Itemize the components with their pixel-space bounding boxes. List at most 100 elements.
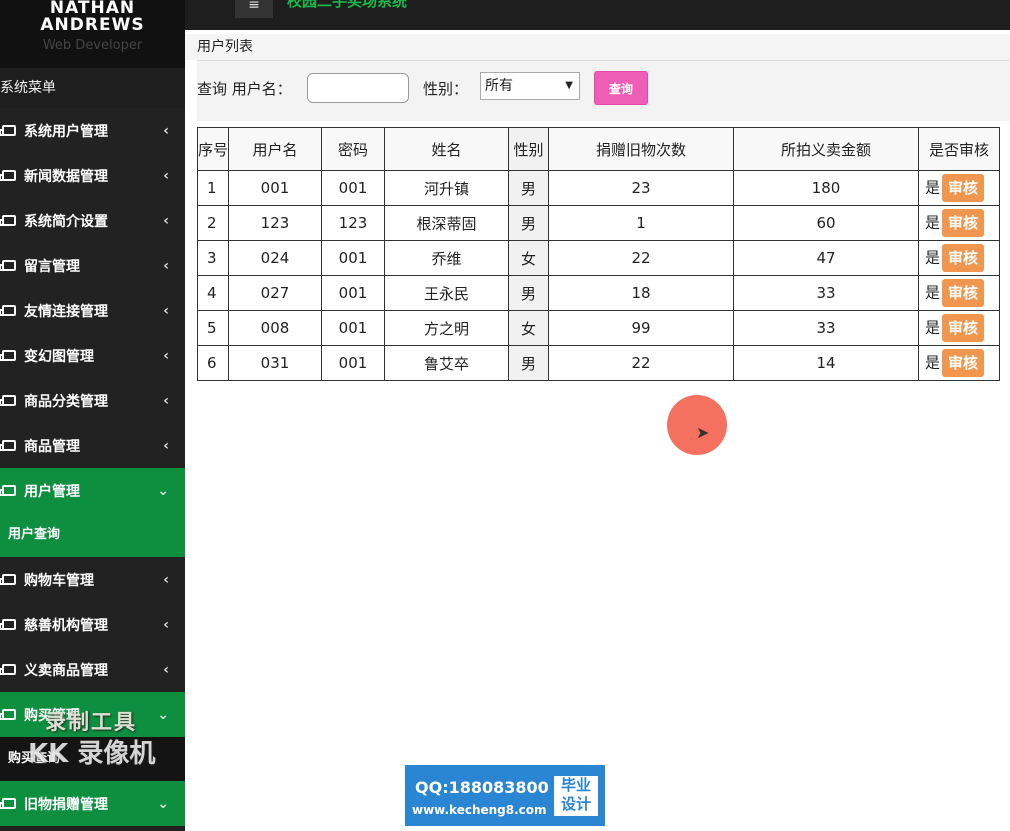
cell-audited: 是审核	[918, 345, 1000, 381]
cell-audited: 是审核	[918, 310, 1000, 346]
cell-donations: 99	[548, 310, 734, 346]
header-amount: 所拍义卖金额	[733, 127, 919, 171]
cell-amount: 60	[733, 205, 919, 241]
cell-username: 123	[228, 205, 322, 241]
header-password: 密码	[321, 127, 385, 171]
cell-name: 王永民	[384, 275, 509, 311]
cell-donations: 22	[548, 345, 734, 381]
audited-value: 是	[925, 283, 941, 302]
gender-selected-value: 所有	[485, 78, 513, 94]
sidebar-item-categories[interactable]: 商品分类管理 ‹	[0, 378, 185, 423]
cell-seq: 3	[197, 240, 229, 276]
sidebar-item-users[interactable]: 用户管理 ⌄	[0, 468, 185, 513]
brand-name-line2: ANDREWS	[40, 15, 145, 35]
gender-select[interactable]: 所有 ▼	[480, 72, 580, 100]
window-icon	[0, 395, 16, 406]
sidebar-item-messages[interactable]: 留言管理 ‹	[0, 243, 185, 288]
menu-toggle-icon[interactable]: ≡	[235, 0, 273, 18]
header-donations: 捐赠旧物次数	[548, 127, 734, 171]
sidebar-subitem-user-query[interactable]: 用户查询	[0, 513, 185, 557]
header-username: 用户名	[228, 127, 322, 171]
cell-seq: 4	[197, 275, 229, 311]
window-icon	[0, 485, 16, 496]
cell-seq: 5	[197, 310, 229, 346]
cell-amount: 47	[733, 240, 919, 276]
cursor-arrow-icon: ➤	[696, 423, 710, 442]
window-icon	[0, 574, 16, 585]
sidebar-item-label: 商品管理	[24, 438, 80, 455]
cell-gender: 男	[508, 205, 549, 241]
gender-label: 性别：	[423, 80, 469, 98]
cell-username: 031	[228, 345, 322, 381]
sidebar-item-label: 义卖商品管理	[24, 662, 108, 679]
sidebar-item-news[interactable]: 新闻数据管理 ‹	[0, 153, 185, 198]
audit-button[interactable]: 审核	[942, 314, 985, 342]
audit-button[interactable]: 审核	[942, 244, 985, 272]
chevron-down-icon: ⌄	[157, 482, 169, 499]
sidebar-item-intro[interactable]: 系统简介设置 ‹	[0, 198, 185, 243]
cell-name: 河升镇	[384, 170, 509, 206]
audited-value: 是	[925, 178, 941, 197]
cell-seq: 2	[197, 205, 229, 241]
cell-seq: 6	[197, 345, 229, 381]
sidebar-item-system-users[interactable]: 系统用户管理 ‹	[0, 108, 185, 153]
audit-button[interactable]: 审核	[942, 349, 985, 377]
cell-donations: 23	[548, 170, 734, 206]
sidebar-item-label: 变幻图管理	[24, 348, 94, 365]
cursor-highlight: ➤	[667, 395, 727, 455]
table-header-row: 序号 用户名 密码 姓名 性别 捐赠旧物次数 所拍义卖金额 是否审核	[197, 127, 1000, 171]
cell-name: 根深蒂固	[384, 205, 509, 241]
user-table-wrap: 序号 用户名 密码 姓名 性别 捐赠旧物次数 所拍义卖金额 是否审核 1 001 0…	[197, 127, 1000, 381]
sidebar-item-charity-sale[interactable]: 义卖商品管理 ‹	[0, 647, 185, 692]
table-row: 3 024 001 乔维女 22 47 是审核	[197, 240, 1000, 276]
cell-amount: 14	[733, 345, 919, 381]
breadcrumb: 用户列表	[185, 34, 1010, 60]
sidebar-item-label: 用户管理	[24, 483, 80, 500]
window-icon	[0, 798, 16, 809]
audit-button[interactable]: 审核	[942, 174, 985, 202]
main-content: 用户列表 查询 用户名： 性别： 所有 ▼ 查询 序号 用户名 密码 姓名 性别…	[185, 30, 1010, 831]
cell-name: 方之明	[384, 310, 509, 346]
cell-amount: 180	[733, 170, 919, 206]
cell-audited: 是审核	[918, 240, 1000, 276]
window-icon	[0, 619, 16, 630]
audit-button[interactable]: 审核	[942, 279, 985, 307]
cell-gender: 男	[508, 345, 549, 381]
window-icon	[0, 260, 16, 271]
window-icon	[0, 170, 16, 181]
header-seq: 序号	[197, 127, 229, 171]
table-row: 4 027 001 王永民男 18 33 是审核	[197, 275, 1000, 311]
cell-password: 001	[321, 170, 385, 206]
sidebar-item-cart[interactable]: 购物车管理 ‹	[0, 557, 185, 602]
chevron-left-icon: ‹	[163, 347, 169, 364]
sidebar-item-charity[interactable]: 慈善机构管理 ‹	[0, 602, 185, 647]
chevron-left-icon: ‹	[163, 661, 169, 678]
sidebar-item-label: 商品分类管理	[24, 393, 108, 410]
cell-username: 024	[228, 240, 322, 276]
audit-button[interactable]: 审核	[942, 209, 985, 237]
sidebar-item-donations[interactable]: 旧物捐赠管理 ⌄	[0, 781, 185, 826]
chevron-left-icon: ‹	[163, 437, 169, 454]
chevron-left-icon: ‹	[163, 392, 169, 409]
cell-gender: 女	[508, 240, 549, 276]
chevron-left-icon: ‹	[163, 257, 169, 274]
cell-donations: 22	[548, 240, 734, 276]
username-input[interactable]	[307, 73, 409, 103]
cell-username: 001	[228, 170, 322, 206]
cell-username: 008	[228, 310, 322, 346]
watermark-recorder: 录制工具	[45, 710, 137, 734]
watermark-kk: KK 录像机	[28, 739, 156, 769]
sidebar-item-products[interactable]: 商品管理 ‹	[0, 423, 185, 468]
sidebar-item-slides[interactable]: 变幻图管理 ‹	[0, 333, 185, 378]
query-button[interactable]: 查询	[594, 71, 648, 105]
cell-gender: 男	[508, 275, 549, 311]
cell-donations: 18	[548, 275, 734, 311]
cell-audited: 是审核	[918, 205, 1000, 241]
cell-amount: 33	[733, 275, 919, 311]
cell-audited: 是审核	[918, 170, 1000, 206]
window-icon	[0, 125, 16, 136]
table-row: 2 123 123 根深蒂固男 1 60 是审核	[197, 205, 1000, 241]
promo-banner: QQ:188083800 www.kecheng8.com 毕业设计	[405, 765, 605, 826]
window-icon	[0, 709, 16, 720]
sidebar-item-links[interactable]: 友情连接管理 ‹	[0, 288, 185, 333]
